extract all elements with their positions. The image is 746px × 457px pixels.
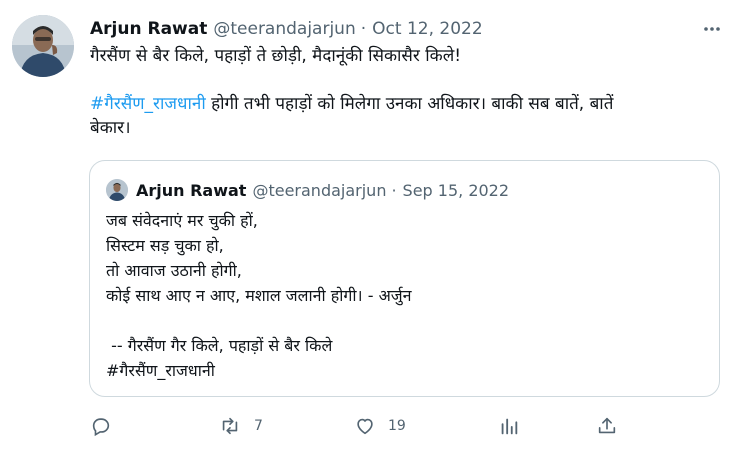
quoted-tweet[interactable]: Arjun Rawat @teerandajarjun · Sep 15, 20… [89, 160, 720, 397]
like-count: 19 [388, 418, 406, 434]
tweet-line-3: बेकार। [90, 118, 131, 138]
quoted-author-handle: @teerandajarjun [252, 180, 387, 200]
quoted-line [106, 308, 706, 333]
views-button[interactable] [498, 412, 520, 440]
author-avatar[interactable] [12, 15, 74, 77]
hashtag-link[interactable]: #गैरसैंण_राजधानी [90, 94, 206, 114]
share-button[interactable] [596, 412, 618, 440]
quoted-separator-dot: · [391, 180, 397, 200]
quoted-line: सिस्टम सड़ चुका हो, [106, 236, 224, 255]
retweet-icon[interactable] [218, 415, 242, 437]
quoted-line: जब संवेदनाएं मर चुकी हों, [106, 211, 258, 230]
quoted-line: #गैरसैंण_राजधानी [106, 361, 215, 380]
retweet-count: 7 [254, 418, 263, 434]
quoted-line: -- गैरसैंण गैर किले, पहाड़ों से बैर किले [106, 336, 333, 355]
tweet-line-2-text: होगी तभी पहाड़ों को मिलेगा उनका अधिकार। … [205, 94, 614, 114]
tweet-date[interactable]: Oct 12, 2022 [372, 19, 483, 39]
quoted-author-avatar [106, 179, 128, 201]
quoted-line: तो आवाज उठानी होगी, [106, 261, 242, 280]
separator-dot: · [360, 19, 367, 39]
reply-button[interactable] [90, 412, 112, 440]
tweet-line-1: गैरसैंण से बैर किले, पहाड़ों ते छोड़ी, म… [90, 46, 462, 66]
tweet-line-2: #गैरसैंण_राजधानी होगी तभी पहाड़ों को मिल… [90, 92, 726, 116]
like-button[interactable]: 19 [354, 412, 406, 440]
heart-icon[interactable] [354, 415, 376, 437]
author-name[interactable]: Arjun Rawat [90, 19, 207, 39]
retweet-button[interactable]: 7 [218, 412, 263, 440]
tweet-header: Arjun Rawat @teerandajarjun · Oct 12, 20… [90, 17, 726, 41]
tweet[interactable]: Arjun Rawat @teerandajarjun · Oct 12, 20… [0, 0, 746, 457]
tweet-text: गैरसैंण से बैर किले, पहाड़ों ते छोड़ी, म… [90, 44, 726, 140]
quoted-tweet-header: Arjun Rawat @teerandajarjun · Sep 15, 20… [106, 179, 509, 201]
quoted-tweet-text: जब संवेदनाएं मर चुकी हों, सिस्टम सड़ चुक… [106, 208, 706, 383]
more-horizontal-icon[interactable] [698, 17, 726, 41]
quoted-line: कोई साथ आए न आए, मशाल जलानी होगी। - अर्ज… [106, 286, 412, 305]
quoted-author-name: Arjun Rawat [136, 180, 247, 200]
analytics-icon[interactable] [498, 415, 520, 437]
action-bar: 7 19 [90, 412, 630, 440]
share-icon[interactable] [596, 415, 618, 437]
quoted-date: Sep 15, 2022 [402, 180, 510, 200]
author-handle[interactable]: @teerandajarjun [213, 19, 355, 39]
reply-icon[interactable] [90, 415, 112, 437]
